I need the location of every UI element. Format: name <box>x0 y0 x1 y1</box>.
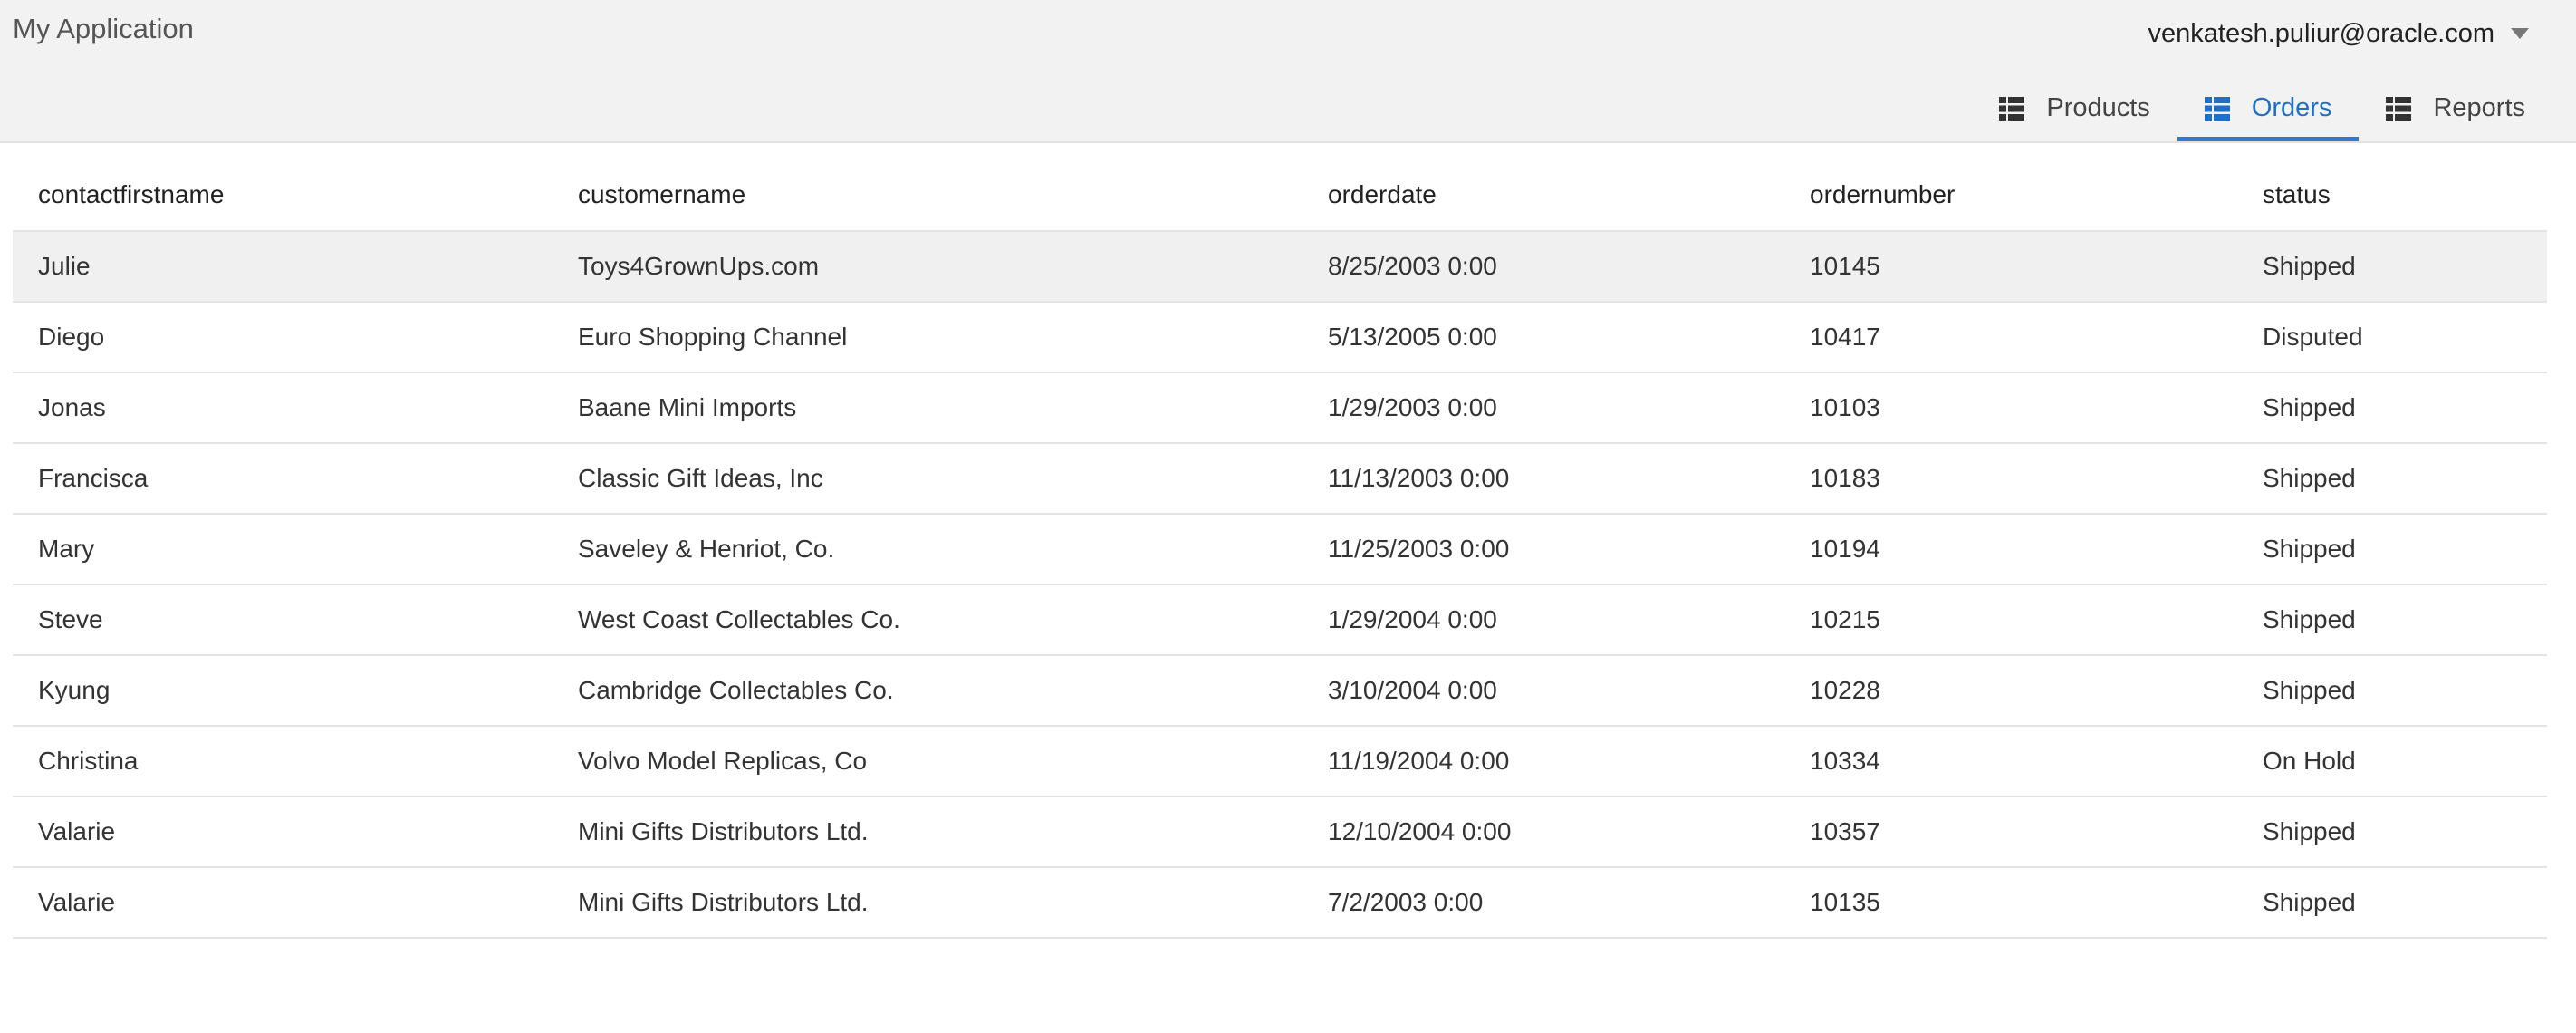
table-row[interactable]: Diego Euro Shopping Channel 5/13/2005 0:… <box>13 302 2547 373</box>
user-email[interactable]: venkatesh.puliur@oracle.com <box>2148 15 2494 52</box>
table-grid-icon <box>2386 96 2412 121</box>
tab-orders[interactable]: Orders <box>2177 80 2360 141</box>
cell-orderdate: 8/25/2003 0:00 <box>1302 231 1784 303</box>
tab-products[interactable]: Products <box>1972 80 2177 141</box>
cell-ordernumber: 10357 <box>1784 796 2237 868</box>
cell-orderdate: 3/10/2004 0:00 <box>1302 655 1784 727</box>
table-row[interactable]: Valarie Mini Gifts Distributors Ltd. 7/2… <box>13 867 2547 939</box>
tab-reports[interactable]: Reports <box>2359 80 2552 141</box>
cell-contactfirstname: Valarie <box>13 796 553 868</box>
cell-orderdate: 1/29/2003 0:00 <box>1302 372 1784 444</box>
cell-status: Shipped <box>2237 372 2547 444</box>
cell-contactfirstname: Francisca <box>13 443 553 515</box>
cell-ordernumber: 10334 <box>1784 726 2237 797</box>
cell-status: Shipped <box>2237 443 2547 515</box>
cell-customername: Euro Shopping Channel <box>553 302 1302 373</box>
cell-ordernumber: 10194 <box>1784 514 2237 585</box>
app-title: My Application <box>13 13 194 44</box>
cell-contactfirstname: Diego <box>13 302 553 373</box>
cell-contactfirstname: Christina <box>13 726 553 797</box>
cell-ordernumber: 10228 <box>1784 655 2237 727</box>
tab-label: Reports <box>2433 93 2525 122</box>
cell-orderdate: 1/29/2004 0:00 <box>1302 584 1784 656</box>
cell-customername: West Coast Collectables Co. <box>553 584 1302 656</box>
table-row[interactable]: Christina Volvo Model Replicas, Co 11/19… <box>13 726 2547 797</box>
column-header-customername[interactable]: customername <box>553 159 1302 232</box>
chevron-down-icon[interactable] <box>2511 28 2529 39</box>
cell-ordernumber: 10145 <box>1784 231 2237 303</box>
cell-customername: Cambridge Collectables Co. <box>553 655 1302 727</box>
table-row[interactable]: Steve West Coast Collectables Co. 1/29/2… <box>13 584 2547 656</box>
cell-orderdate: 11/19/2004 0:00 <box>1302 726 1784 797</box>
cell-customername: Saveley & Henriot, Co. <box>553 514 1302 585</box>
cell-status: Shipped <box>2237 796 2547 868</box>
table-row[interactable]: Francisca Classic Gift Ideas, Inc 11/13/… <box>13 443 2547 515</box>
cell-orderdate: 5/13/2005 0:00 <box>1302 302 1784 373</box>
cell-orderdate: 12/10/2004 0:00 <box>1302 796 1784 868</box>
cell-ordernumber: 10215 <box>1784 584 2237 656</box>
cell-customername: Mini Gifts Distributors Ltd. <box>553 867 1302 939</box>
table-header-row: contactfirstname customername orderdate … <box>13 159 2547 232</box>
table-grid-icon <box>2204 96 2230 121</box>
cell-status: Disputed <box>2237 302 2547 373</box>
cell-status: Shipped <box>2237 584 2547 656</box>
column-header-contactfirstname[interactable]: contactfirstname <box>13 159 553 232</box>
cell-status: Shipped <box>2237 867 2547 939</box>
cell-orderdate: 11/25/2003 0:00 <box>1302 514 1784 585</box>
cell-status: Shipped <box>2237 514 2547 585</box>
table-row[interactable]: Kyung Cambridge Collectables Co. 3/10/20… <box>13 655 2547 727</box>
tab-label: Products <box>2046 93 2150 122</box>
cell-customername: Mini Gifts Distributors Ltd. <box>553 796 1302 868</box>
orders-table: contactfirstname customername orderdate … <box>13 159 2547 939</box>
cell-contactfirstname: Jonas <box>13 372 553 444</box>
nav-tabs: Products Orders Reports <box>1972 80 2552 143</box>
cell-status: Shipped <box>2237 655 2547 727</box>
cell-orderdate: 11/13/2003 0:00 <box>1302 443 1784 515</box>
column-header-ordernumber[interactable]: ordernumber <box>1784 159 2237 232</box>
table-row[interactable]: Mary Saveley & Henriot, Co. 11/25/2003 0… <box>13 514 2547 585</box>
cell-customername: Toys4GrownUps.com <box>553 231 1302 303</box>
cell-customername: Baane Mini Imports <box>553 372 1302 444</box>
tab-label: Orders <box>2251 93 2332 122</box>
table-row[interactable]: Jonas Baane Mini Imports 1/29/2003 0:00 … <box>13 372 2547 444</box>
cell-status: On Hold <box>2237 726 2547 797</box>
table-row[interactable]: Julie Toys4GrownUps.com 8/25/2003 0:00 1… <box>13 231 2547 303</box>
user-menu[interactable]: venkatesh.puliur@oracle.com <box>2148 15 2529 52</box>
table-grid-icon <box>1999 96 2025 121</box>
cell-contactfirstname: Steve <box>13 584 553 656</box>
cell-customername: Volvo Model Replicas, Co <box>553 726 1302 797</box>
cell-ordernumber: 10417 <box>1784 302 2237 373</box>
table-row[interactable]: Valarie Mini Gifts Distributors Ltd. 12/… <box>13 796 2547 868</box>
cell-contactfirstname: Julie <box>13 231 553 303</box>
cell-status: Shipped <box>2237 231 2547 303</box>
cell-ordernumber: 10183 <box>1784 443 2237 515</box>
cell-ordernumber: 10135 <box>1784 867 2237 939</box>
cell-contactfirstname: Valarie <box>13 867 553 939</box>
cell-contactfirstname: Mary <box>13 514 553 585</box>
column-header-orderdate[interactable]: orderdate <box>1302 159 1784 232</box>
cell-customername: Classic Gift Ideas, Inc <box>553 443 1302 515</box>
cell-ordernumber: 10103 <box>1784 372 2237 444</box>
orders-table-container: contactfirstname customername orderdate … <box>13 159 2547 939</box>
cell-contactfirstname: Kyung <box>13 655 553 727</box>
cell-orderdate: 7/2/2003 0:00 <box>1302 867 1784 939</box>
app-header: My Application venkatesh.puliur@oracle.c… <box>0 0 2576 143</box>
column-header-status[interactable]: status <box>2237 159 2547 232</box>
